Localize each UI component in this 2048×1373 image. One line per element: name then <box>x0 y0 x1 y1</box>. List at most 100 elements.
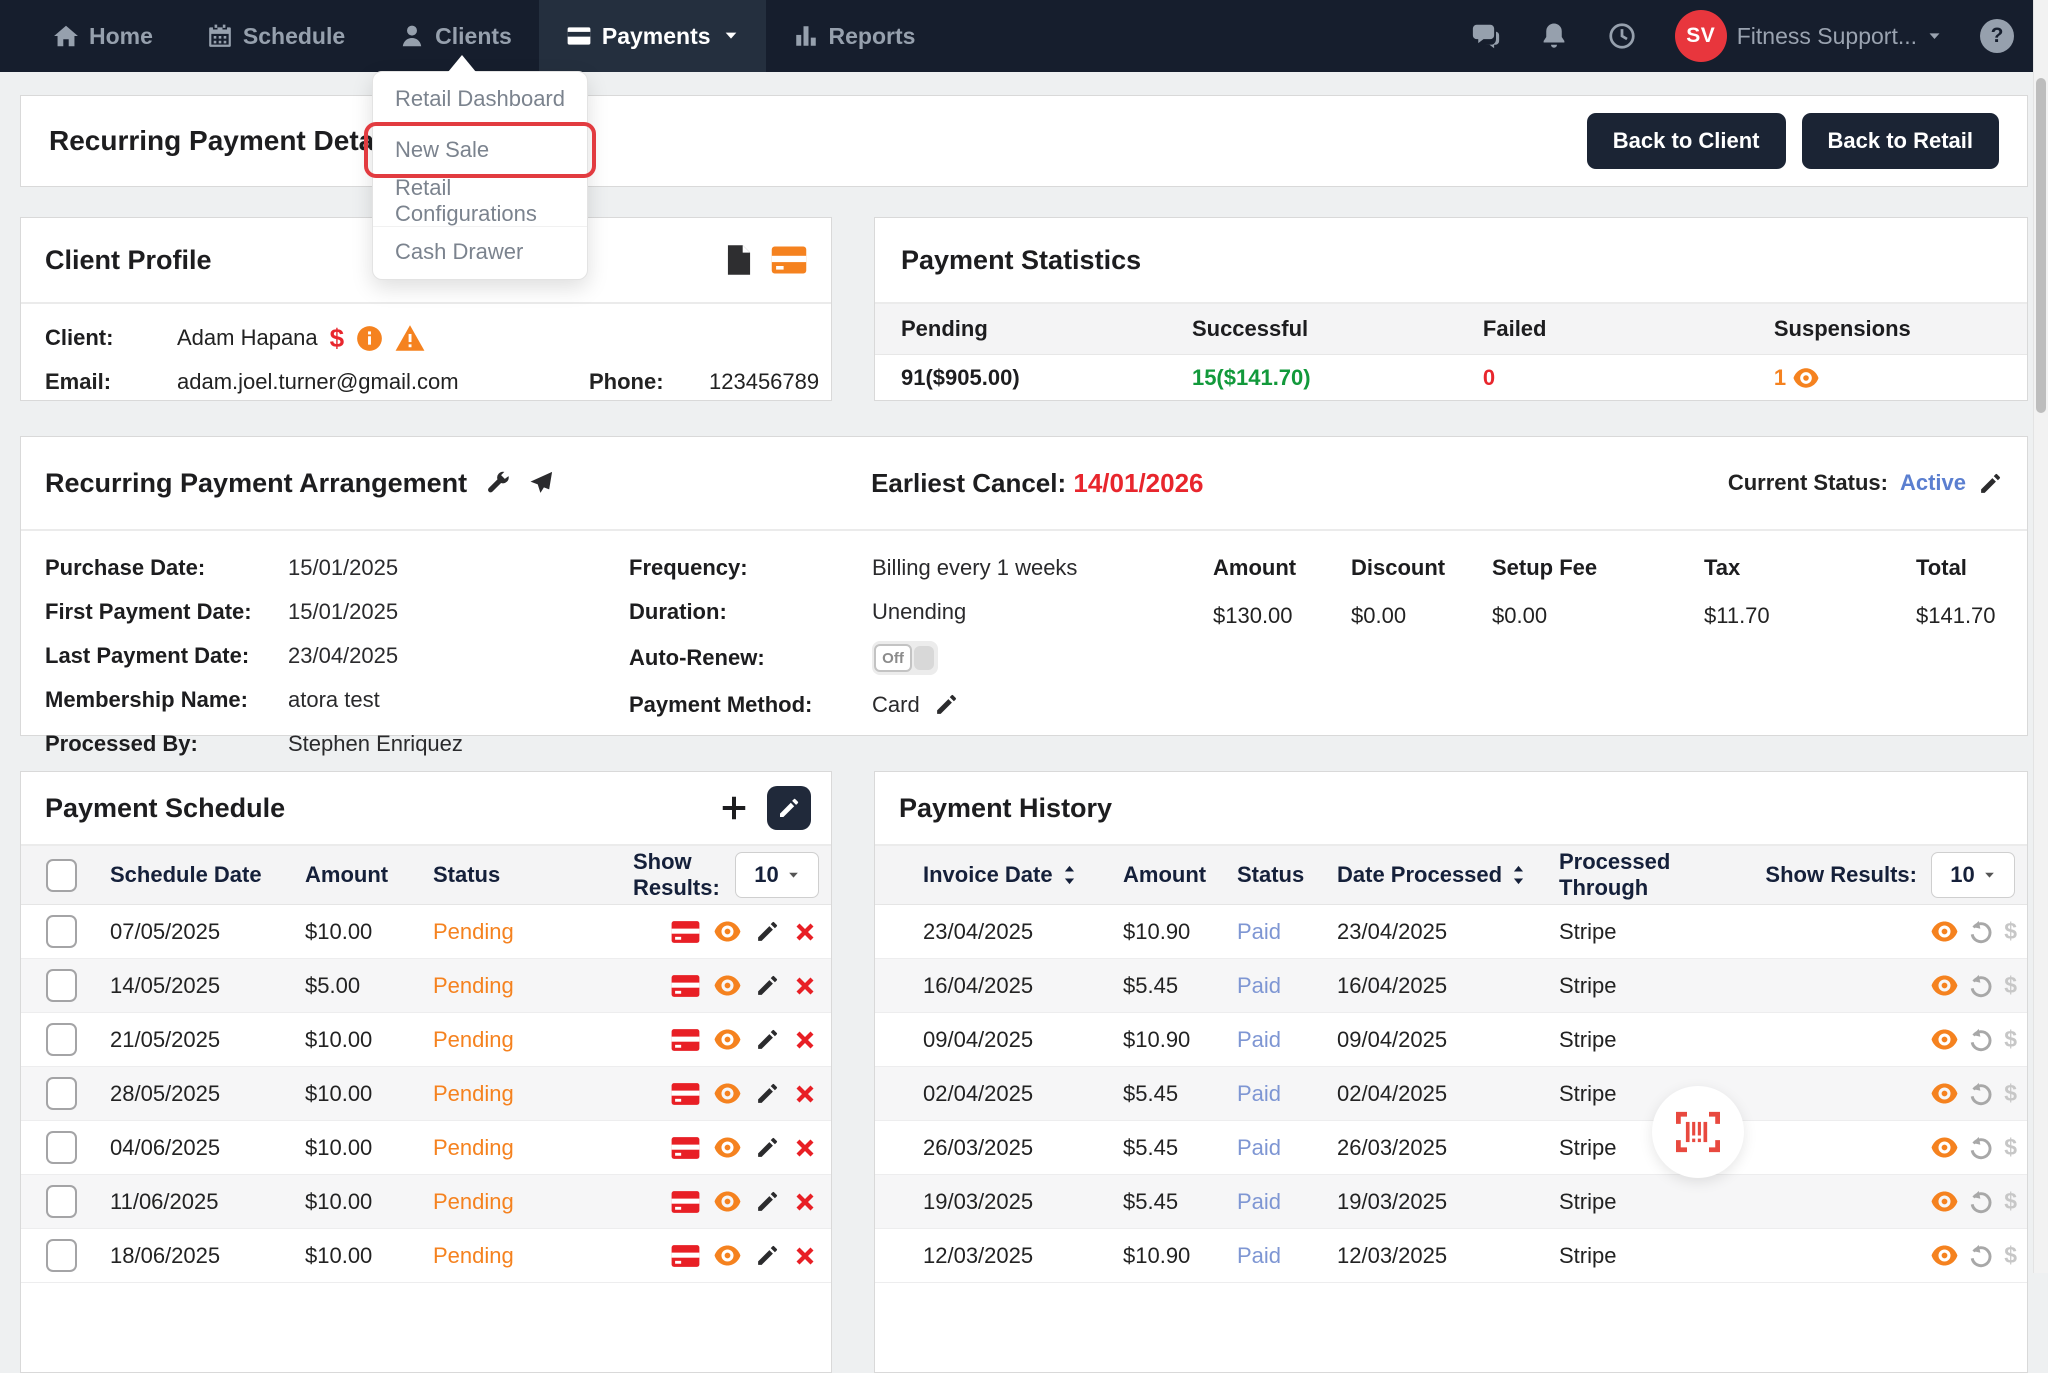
delete-icon[interactable] <box>793 1190 817 1214</box>
edit-icon[interactable] <box>755 973 780 998</box>
view-icon[interactable] <box>713 919 742 944</box>
view-icon[interactable] <box>1930 919 1959 944</box>
delete-icon[interactable] <box>793 1244 817 1268</box>
select-all-checkbox[interactable] <box>46 858 77 892</box>
dollar-icon[interactable]: $ <box>2004 972 2017 999</box>
schedule-amount: $10.00 <box>305 1026 373 1052</box>
delete-icon[interactable] <box>793 1136 817 1160</box>
row-checkbox[interactable] <box>46 915 77 948</box>
view-icon[interactable] <box>1930 1081 1959 1106</box>
refund-icon[interactable] <box>1968 1080 1995 1107</box>
charge-card-icon[interactable] <box>671 1243 700 1269</box>
dollar-icon[interactable]: $ <box>2004 1188 2017 1215</box>
help-icon[interactable]: ? <box>1980 19 2014 53</box>
row-checkbox[interactable] <box>46 1077 77 1110</box>
nav-item-reports[interactable]: Reports <box>766 0 943 72</box>
row-checkbox[interactable] <box>46 1023 77 1056</box>
nav-item-home[interactable]: Home <box>26 0 180 72</box>
edit-icon[interactable] <box>755 1081 780 1106</box>
eye-icon[interactable] <box>1792 366 1820 390</box>
scrollbar[interactable] <box>2033 0 2048 1273</box>
send-icon[interactable] <box>527 469 555 497</box>
delete-icon[interactable] <box>793 1028 817 1052</box>
total-label-total: Total <box>1916 555 1967 580</box>
warning-icon[interactable] <box>395 324 425 352</box>
edit-icon[interactable] <box>755 1243 780 1268</box>
dollar-icon[interactable]: $ <box>2004 1080 2017 1107</box>
current-status-value[interactable]: Active <box>1900 470 1966 496</box>
view-icon[interactable] <box>713 1135 742 1160</box>
nav-item-payments[interactable]: Payments <box>538 0 766 72</box>
view-icon[interactable] <box>1930 1243 1959 1268</box>
arrangement-title: Recurring Payment Arrangement <box>45 467 468 498</box>
view-icon[interactable] <box>1930 1027 1959 1052</box>
show-results-select[interactable]: 10 <box>735 852 819 898</box>
charge-card-icon[interactable] <box>671 919 700 945</box>
row-checkbox[interactable] <box>46 969 77 1002</box>
avatar[interactable]: SV <box>1674 10 1727 62</box>
sort-icon[interactable] <box>1061 864 1078 886</box>
dollar-icon[interactable]: $ <box>330 323 344 354</box>
account-menu[interactable]: SV Fitness Support... <box>1674 10 1942 62</box>
row-checkbox[interactable] <box>46 1185 77 1218</box>
refund-icon[interactable] <box>1968 1134 1995 1161</box>
delete-icon[interactable] <box>793 920 817 944</box>
dollar-icon[interactable]: $ <box>2004 1242 2017 1269</box>
menu-item-new-sale[interactable]: New Sale <box>364 122 596 178</box>
payment-card-icon[interactable] <box>771 245 807 275</box>
view-icon[interactable] <box>713 1243 742 1268</box>
edit-icon[interactable] <box>755 1189 780 1214</box>
row-checkbox[interactable] <box>46 1131 77 1164</box>
charge-card-icon[interactable] <box>671 1189 700 1215</box>
back-to-retail-button[interactable]: Back to Retail <box>1801 113 1999 169</box>
edit-icon[interactable] <box>755 919 780 944</box>
add-schedule-icon[interactable] <box>719 793 749 823</box>
chat-icon[interactable] <box>1471 21 1501 51</box>
nav-item-schedule[interactable]: Schedule <box>180 0 372 72</box>
view-icon[interactable] <box>713 973 742 998</box>
row-checkbox[interactable] <box>46 1239 77 1272</box>
refund-icon[interactable] <box>1968 1026 1995 1053</box>
info-icon[interactable] <box>356 325 383 352</box>
refund-icon[interactable] <box>1968 918 1995 945</box>
field-purchase-date: Purchase Date: 15/01/2025 <box>45 554 399 580</box>
bell-icon[interactable] <box>1539 21 1569 51</box>
menu-item-cash-drawer[interactable]: Cash Drawer <box>373 227 587 277</box>
delete-icon[interactable] <box>793 1082 817 1106</box>
dollar-icon[interactable]: $ <box>2004 1134 2017 1161</box>
charge-card-icon[interactable] <box>671 1135 700 1161</box>
refund-icon[interactable] <box>1968 1242 1995 1269</box>
clock-icon[interactable] <box>1607 21 1637 51</box>
scrollbar-thumb[interactable] <box>2036 78 2046 413</box>
view-icon[interactable] <box>713 1189 742 1214</box>
edit-icon[interactable] <box>755 1135 780 1160</box>
refund-icon[interactable] <box>1968 972 1995 999</box>
auto-renew-toggle[interactable]: Off <box>872 641 938 675</box>
document-icon[interactable] <box>725 244 753 276</box>
dollar-icon[interactable]: $ <box>2004 918 2017 945</box>
charge-card-icon[interactable] <box>671 973 700 999</box>
view-icon[interactable] <box>1930 973 1959 998</box>
edit-icon[interactable] <box>755 1027 780 1052</box>
tools-icon[interactable] <box>483 469 511 497</box>
view-icon[interactable] <box>713 1081 742 1106</box>
view-icon[interactable] <box>713 1027 742 1052</box>
dollar-icon[interactable]: $ <box>2004 1026 2017 1053</box>
barcode-scan-button[interactable] <box>1652 1086 1744 1178</box>
charge-card-icon[interactable] <box>671 1081 700 1107</box>
menu-item-retail-configurations[interactable]: Retail Configurations <box>373 175 587 227</box>
back-to-client-button[interactable]: Back to Client <box>1586 113 1786 169</box>
menu-item-retail-dashboard[interactable]: Retail Dashboard <box>373 74 587 125</box>
view-icon[interactable] <box>1930 1189 1959 1214</box>
delete-icon[interactable] <box>793 974 817 998</box>
schedule-date: 14/05/2025 <box>110 972 221 998</box>
refund-icon[interactable] <box>1968 1188 1995 1215</box>
stat-successful-value: 15($141.70) <box>1191 365 1311 390</box>
show-results-select[interactable]: 10 <box>1931 852 2015 898</box>
edit-schedule-button[interactable] <box>767 786 811 830</box>
edit-payment-method-icon[interactable] <box>934 692 959 717</box>
charge-card-icon[interactable] <box>671 1027 700 1053</box>
sort-icon[interactable] <box>1510 864 1527 886</box>
view-icon[interactable] <box>1930 1135 1959 1160</box>
edit-status-icon[interactable] <box>1978 471 2003 496</box>
